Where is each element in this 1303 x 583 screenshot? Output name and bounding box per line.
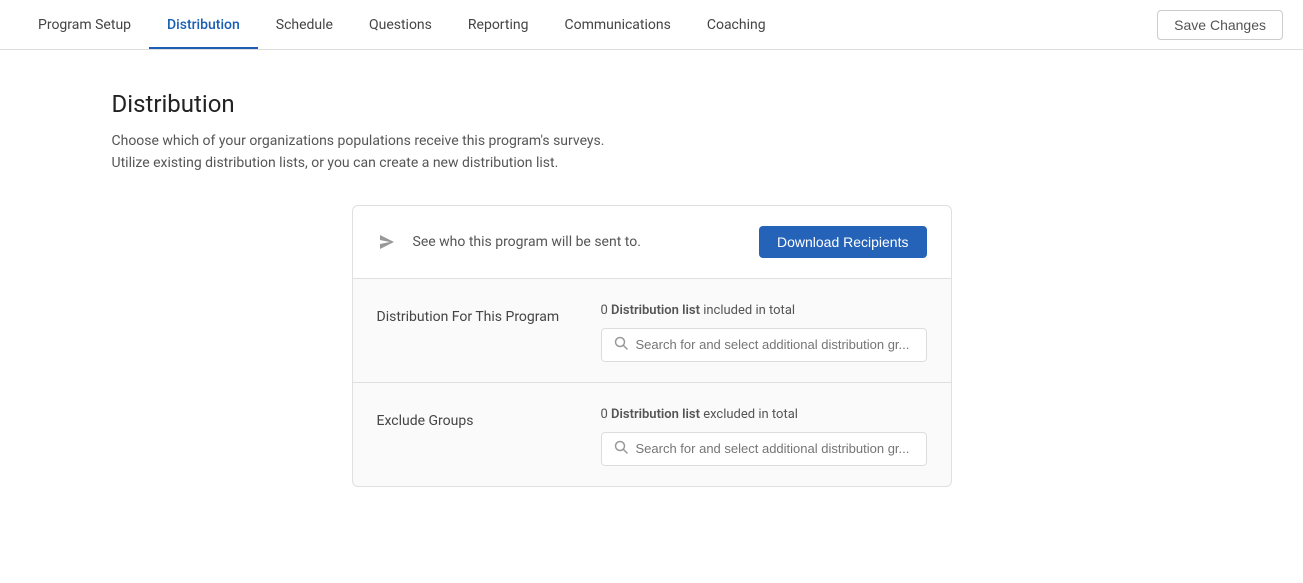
tab-schedule[interactable]: Schedule <box>258 0 351 49</box>
download-recipients-button[interactable]: Download Recipients <box>759 226 927 258</box>
distribution-search-input[interactable] <box>636 337 914 352</box>
distribution-card: See who this program will be sent to. Do… <box>352 205 952 487</box>
main-content: Distribution Choose which of your organi… <box>52 50 1252 527</box>
exclude-groups-label: Exclude Groups <box>377 407 577 429</box>
tab-distribution[interactable]: Distribution <box>149 0 258 49</box>
save-changes-button[interactable]: Save Changes <box>1157 10 1283 40</box>
distribution-for-program-controls: 0 Distribution list included in total <box>601 303 927 362</box>
distribution-search-box[interactable] <box>601 328 927 362</box>
nav-bar: Program Setup Distribution Schedule Ques… <box>0 0 1303 50</box>
distribution-for-program-count: 0 Distribution list included in total <box>601 303 927 318</box>
page-title: Distribution <box>112 90 1192 118</box>
tab-questions[interactable]: Questions <box>351 0 450 49</box>
exclude-groups-search-box[interactable] <box>601 432 927 466</box>
exclude-groups-search-input[interactable] <box>636 441 914 456</box>
exclude-groups-section: Exclude Groups 0 Distribution list exclu… <box>353 383 951 486</box>
tab-communications[interactable]: Communications <box>546 0 688 49</box>
send-icon <box>377 232 397 252</box>
search-icon <box>614 336 628 354</box>
exclude-groups-count: 0 Distribution list excluded in total <box>601 407 927 422</box>
tab-reporting[interactable]: Reporting <box>450 0 547 49</box>
page-description: Choose which of your organizations popul… <box>112 130 1192 175</box>
tab-program-setup[interactable]: Program Setup <box>20 0 149 49</box>
exclude-groups-controls: 0 Distribution list excluded in total <box>601 407 927 466</box>
search-icon <box>614 440 628 458</box>
distribution-for-program-section: Distribution For This Program 0 Distribu… <box>353 279 951 383</box>
recipients-text: See who this program will be sent to. <box>413 234 743 250</box>
tab-coaching[interactable]: Coaching <box>689 0 784 49</box>
distribution-for-program-label: Distribution For This Program <box>377 303 577 325</box>
recipients-row: See who this program will be sent to. Do… <box>353 206 951 279</box>
nav-tabs: Program Setup Distribution Schedule Ques… <box>20 0 784 49</box>
